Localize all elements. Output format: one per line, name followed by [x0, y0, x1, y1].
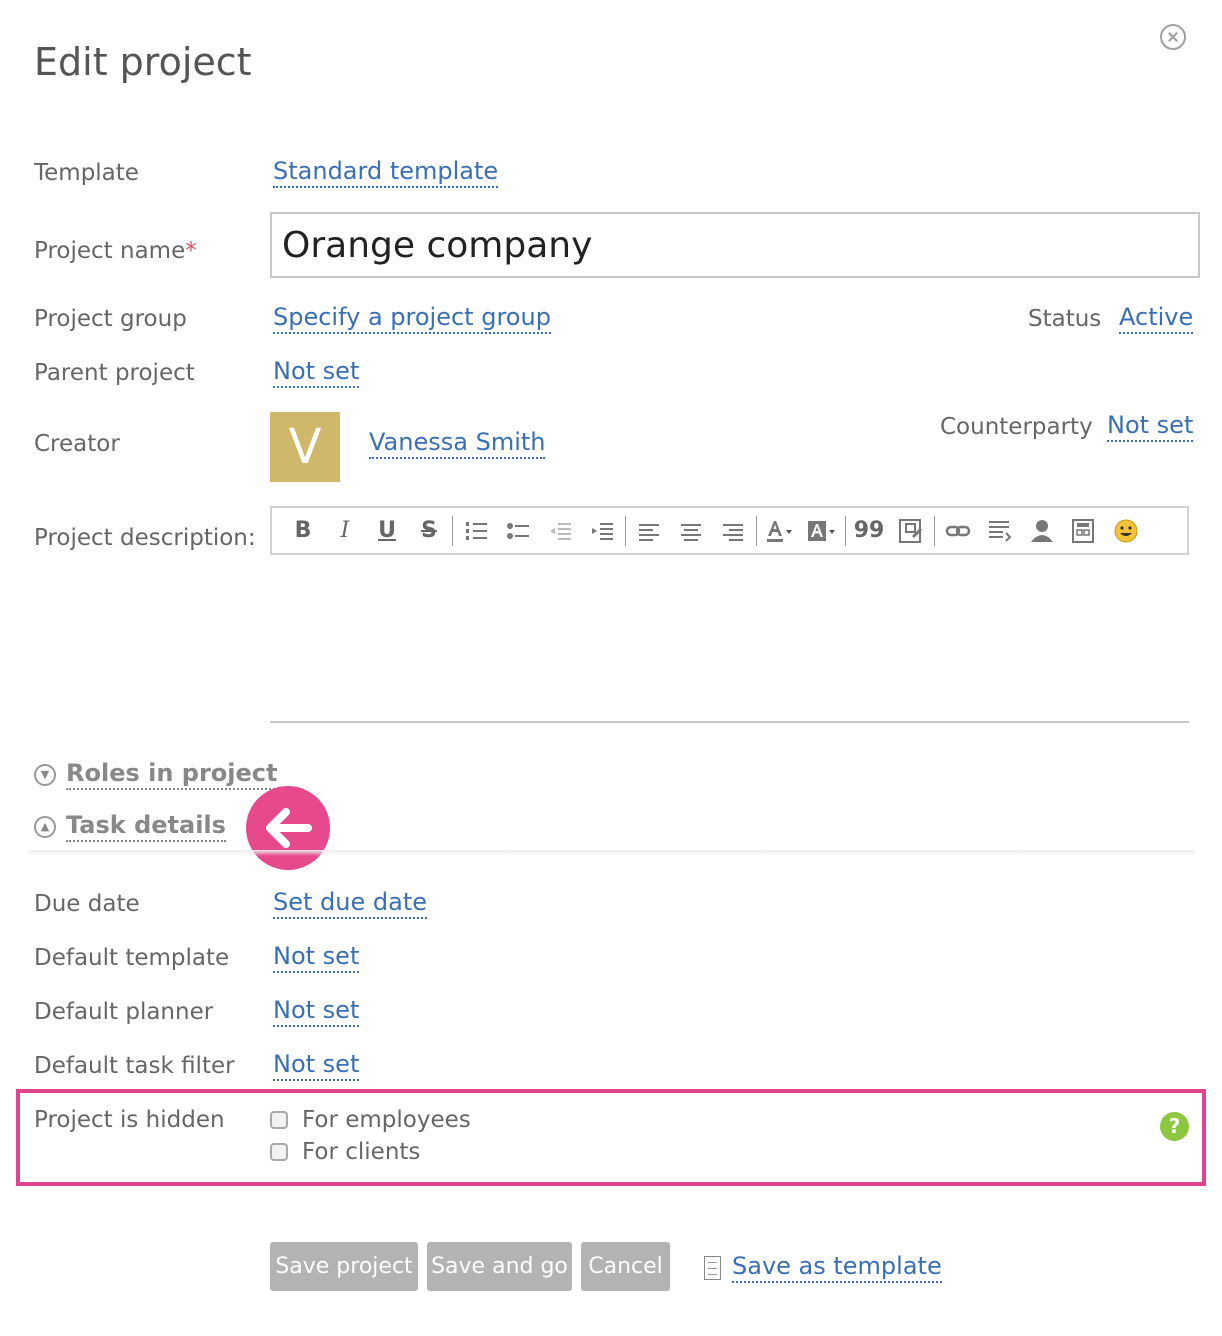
save-project-button[interactable]: Save project: [270, 1242, 418, 1291]
default-template-link[interactable]: Not set: [273, 942, 360, 973]
task-details-section-toggle[interactable]: ▲ Task details: [34, 811, 226, 842]
default-planner-label: Default planner: [34, 999, 214, 1025]
default-planner-link[interactable]: Not set: [273, 996, 360, 1027]
increase-indent-icon[interactable]: [581, 512, 623, 550]
roles-in-project-link[interactable]: Roles in project: [66, 759, 278, 790]
default-task-filter-link[interactable]: Not set: [273, 1050, 360, 1081]
project-description-label: Project description:: [34, 525, 256, 551]
save-and-go-button[interactable]: Save and go: [427, 1242, 572, 1291]
roles-section-toggle[interactable]: ▼ Roles in project: [34, 759, 278, 790]
required-mark: *: [185, 238, 197, 264]
bulleted-list-icon[interactable]: [497, 512, 539, 550]
for-clients-option[interactable]: For clients: [270, 1139, 420, 1165]
status-link[interactable]: Active: [1119, 303, 1194, 334]
project-name-input[interactable]: [270, 212, 1200, 278]
emoji-icon[interactable]: [1105, 512, 1147, 550]
chevron-down-icon: ▼: [34, 763, 56, 786]
creator-label: Creator: [34, 431, 120, 457]
strikethrough-button[interactable]: S: [408, 512, 450, 550]
underline-button[interactable]: U: [366, 512, 408, 550]
section-divider: [28, 850, 1194, 856]
hidden-highlight-box: [16, 1089, 1206, 1186]
project-group-label: Project group: [34, 306, 187, 332]
toolbar-divider: [934, 515, 935, 546]
due-date-link[interactable]: Set due date: [273, 888, 427, 919]
bold-button[interactable]: B: [282, 512, 324, 550]
project-hidden-label: Project is hidden: [34, 1107, 225, 1133]
project-name-label: Project name*: [34, 238, 197, 264]
link-icon[interactable]: [937, 512, 979, 550]
for-employees-checkbox[interactable]: [270, 1111, 288, 1129]
paste-format-icon[interactable]: [890, 512, 932, 550]
parent-project-link[interactable]: Not set: [273, 357, 360, 388]
page-title: Edit project: [34, 40, 252, 84]
project-name-label-text: Project name: [34, 238, 186, 264]
text-color-icon[interactable]: [759, 512, 801, 550]
toolbar-divider: [452, 515, 453, 546]
close-icon[interactable]: [1160, 24, 1186, 50]
toolbar-divider: [756, 515, 757, 546]
numbered-list-icon[interactable]: [455, 512, 497, 550]
avatar: V: [270, 412, 340, 482]
template-label: Template: [34, 160, 139, 186]
help-icon[interactable]: ?: [1160, 1112, 1189, 1141]
for-clients-label: For clients: [302, 1139, 421, 1165]
italic-button[interactable]: I: [324, 512, 366, 550]
for-clients-checkbox[interactable]: [270, 1143, 288, 1161]
table-icon[interactable]: [1063, 512, 1105, 550]
editor-toolbar: B I U S 99: [270, 506, 1189, 555]
cancel-button[interactable]: Cancel: [581, 1242, 670, 1291]
description-editor[interactable]: [270, 555, 1189, 723]
project-group-link[interactable]: Specify a project group: [273, 303, 551, 334]
default-task-filter-label: Default task filter: [34, 1053, 235, 1079]
status-label: Status: [1028, 306, 1102, 332]
background-color-icon[interactable]: [801, 512, 843, 550]
user-icon[interactable]: [1021, 512, 1063, 550]
for-employees-option[interactable]: For employees: [270, 1107, 471, 1133]
due-date-label: Due date: [34, 891, 140, 917]
creator-link[interactable]: Vanessa Smith: [369, 428, 546, 459]
counterparty-label: Counterparty: [940, 414, 1093, 440]
save-as-template-link[interactable]: Save as template: [732, 1252, 942, 1283]
align-right-icon[interactable]: [712, 512, 754, 550]
document-icon: [704, 1256, 721, 1280]
insert-code-icon[interactable]: [979, 512, 1021, 550]
template-link[interactable]: Standard template: [273, 157, 499, 188]
for-employees-label: For employees: [302, 1107, 471, 1133]
toolbar-divider: [625, 515, 626, 546]
task-details-link[interactable]: Task details: [66, 811, 226, 842]
parent-project-label: Parent project: [34, 360, 195, 386]
quote-icon[interactable]: 99: [848, 512, 890, 550]
counterparty-link[interactable]: Not set: [1107, 411, 1194, 442]
default-template-label: Default template: [34, 945, 230, 971]
align-center-icon[interactable]: [670, 512, 712, 550]
arrow-left-icon: [246, 786, 330, 870]
decrease-indent-icon[interactable]: [539, 512, 581, 550]
align-left-icon[interactable]: [628, 512, 670, 550]
toolbar-divider: [845, 515, 846, 546]
chevron-up-icon: ▲: [34, 815, 56, 838]
